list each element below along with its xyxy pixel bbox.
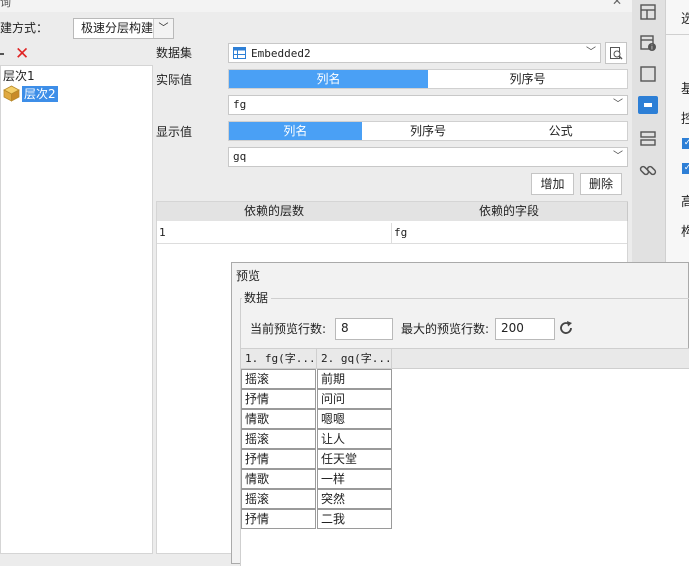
panel-item[interactable]: 高 <box>681 191 689 210</box>
grid-cell[interactable]: 问问 <box>317 389 392 409</box>
widget-icon[interactable] <box>638 96 658 114</box>
add-button[interactable]: 增加 <box>531 173 574 195</box>
display-field-value: gq <box>233 150 247 163</box>
layout-icon[interactable] <box>638 2 658 22</box>
display-value-tabs[interactable]: 列名 列序号 公式 <box>228 121 628 141</box>
dataset-label: 数据集 <box>156 46 193 60</box>
tab-column-index[interactable]: 列序号 <box>428 70 627 88</box>
data-group-label: 数据 <box>242 289 272 306</box>
grid-cell[interactable]: 情歌 <box>241 409 316 429</box>
grid-cell[interactable]: 突然 <box>317 489 392 509</box>
max-rows-input[interactable]: 200 <box>495 318 555 340</box>
refresh-icon[interactable] <box>558 320 574 336</box>
column-header[interactable]: 2. gq(字... <box>317 349 392 368</box>
grid-cell[interactable]: 摇滚 <box>241 429 316 449</box>
layer-tree[interactable]: 层次1 层次2 <box>0 65 153 554</box>
table-cell[interactable]: 1 <box>157 223 391 243</box>
checkbox[interactable]: ✓ <box>682 138 689 149</box>
grid-cell[interactable]: 抒情 <box>241 509 316 529</box>
grid-header: 1. fg(字... 2. gq(字... <box>241 349 689 369</box>
panel-divider <box>666 34 689 35</box>
build-mode-select[interactable]: 极速分层构建 ﹀ <box>73 18 174 39</box>
grid-cell[interactable]: 嗯嗯 <box>317 409 392 429</box>
current-rows-input[interactable]: 8 <box>335 318 393 340</box>
preview-grid[interactable]: 1. fg(字... 2. gq(字... 摇滚 前期 抒情 问问 情歌 嗯嗯 摇滚 让人 抒情… <box>241 348 689 566</box>
tab-formula[interactable]: 公式 <box>494 122 627 140</box>
title-bar: 询 ✕ <box>0 0 632 12</box>
column-header[interactable]: 1. fg(字... <box>241 349 317 368</box>
grid-cell[interactable]: 抒情 <box>241 389 316 409</box>
chevron-down-icon[interactable]: ﹀ <box>613 148 623 166</box>
panel-item[interactable]: 控 <box>681 108 689 127</box>
dataset-value: Embedded2 <box>251 47 311 60</box>
grid-cell[interactable]: 情歌 <box>241 469 316 489</box>
chevron-down-icon[interactable]: ﹀ <box>586 44 596 62</box>
max-rows-label: 最大的预览行数: <box>401 322 490 336</box>
column-header-dependent-layer[interactable]: 依赖的层数 <box>157 202 392 221</box>
grid-cell[interactable]: 任天堂 <box>317 449 392 469</box>
add-icon[interactable] <box>0 53 4 55</box>
tree-item-layer2[interactable]: 层次2 <box>22 86 58 102</box>
remove-icon[interactable]: ✕ <box>15 44 29 64</box>
table-icon <box>233 47 246 59</box>
chevron-down-icon[interactable]: ﹀ <box>613 96 623 114</box>
chevron-down-icon[interactable]: ﹀ <box>153 19 173 38</box>
panel-item[interactable]: 构 <box>681 221 689 240</box>
column-header-dependent-field[interactable]: 依赖的字段 <box>391 202 628 221</box>
delete-button[interactable]: 删除 <box>580 173 622 195</box>
build-mode-label: 建方式： <box>0 21 49 35</box>
grid-cell[interactable]: 摇滚 <box>241 489 316 509</box>
tab-column-index[interactable]: 列序号 <box>362 122 495 140</box>
display-value-field-select[interactable]: gq ﹀ <box>228 147 628 167</box>
preview-search-icon <box>610 47 623 60</box>
grid-cell[interactable]: 让人 <box>317 429 392 449</box>
close-icon[interactable]: ✕ <box>612 0 622 8</box>
panel-item[interactable]: 基 <box>681 78 689 97</box>
actual-field-value: fg <box>233 98 247 111</box>
checkbox[interactable]: ✓ <box>682 163 689 174</box>
grid-cell[interactable]: 一样 <box>317 469 392 489</box>
cube-icon <box>3 85 20 102</box>
current-rows-label: 当前预览行数: <box>250 322 327 336</box>
grid-cell[interactable]: 摇滚 <box>241 369 316 389</box>
tab-column-name[interactable]: 列名 <box>229 122 362 140</box>
dataset-preview-button[interactable] <box>605 42 627 64</box>
info-table-icon[interactable]: i <box>638 33 658 53</box>
frame-icon[interactable] <box>638 64 658 84</box>
display-value-label: 显示值 <box>156 125 193 139</box>
actual-value-label: 实际值 <box>156 73 193 87</box>
grid-cell[interactable]: 二我 <box>317 509 392 529</box>
actual-value-field-select[interactable]: fg ﹀ <box>228 95 628 115</box>
dataset-select[interactable]: Embedded2 ﹀ <box>228 43 601 63</box>
table-cell[interactable]: fg <box>391 223 628 243</box>
preview-title: 预览 <box>236 269 261 283</box>
grid-cell[interactable]: 前期 <box>317 369 392 389</box>
actual-value-tabs[interactable]: 列名 列序号 <box>228 69 628 89</box>
link-icon[interactable] <box>638 160 658 180</box>
build-mode-value: 极速分层构建 <box>81 21 154 35</box>
grid-cell[interactable]: 抒情 <box>241 449 316 469</box>
preview-dialog: 预览 数据 当前预览行数: 8 最大的预览行数: 200 1. fg(字... … <box>231 262 689 566</box>
panel-item[interactable]: 选 <box>681 8 689 27</box>
window-title: 询 <box>0 0 11 9</box>
tree-item-layer1[interactable]: 层次1 <box>3 68 35 84</box>
tab-column-name[interactable]: 列名 <box>229 70 428 88</box>
row-divider <box>157 243 627 244</box>
list-icon[interactable] <box>638 129 658 149</box>
